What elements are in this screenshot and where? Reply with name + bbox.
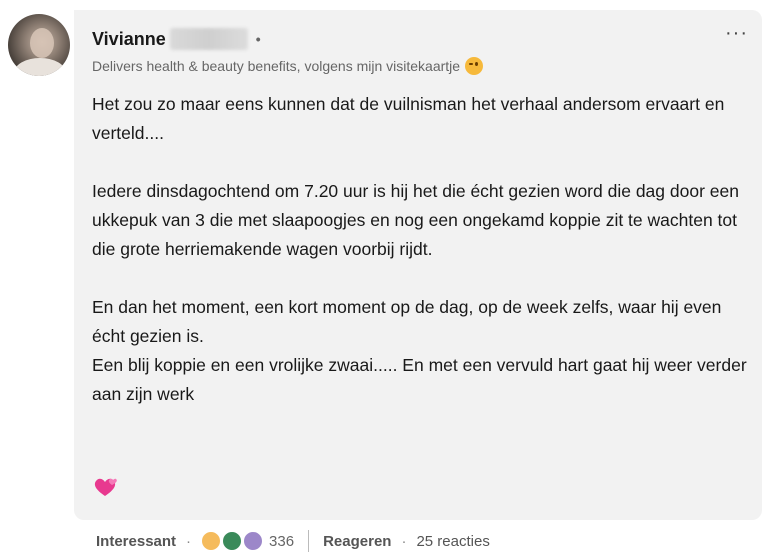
headline-text: Delivers health & beauty benefits, volge… bbox=[92, 58, 461, 74]
paragraph-1: Het zou zo maar eens kunnen dat de vuiln… bbox=[92, 94, 725, 143]
author-avatar[interactable] bbox=[8, 14, 70, 76]
two-hearts-emoji-icon bbox=[94, 478, 117, 496]
reply-count[interactable]: 25 reacties bbox=[416, 533, 489, 550]
dot-separator-2: · bbox=[401, 532, 407, 550]
paragraph-3: En dan het moment, een kort moment op de… bbox=[92, 297, 722, 346]
wink-emoji-icon bbox=[465, 57, 484, 75]
redacted-surname bbox=[169, 28, 248, 50]
bulb-icon bbox=[201, 531, 222, 551]
author-name[interactable]: Vivianne bbox=[92, 29, 166, 50]
reply-button[interactable]: Reageren bbox=[323, 533, 391, 550]
insight-icon bbox=[243, 531, 264, 551]
paragraph-4: Een blij koppie en een vrolijke zwaai...… bbox=[92, 355, 747, 404]
paragraph-2: Iedere dinsdagochtend om 7.20 uur is hij… bbox=[92, 181, 739, 259]
avatar-face bbox=[30, 28, 54, 58]
reaction-summary[interactable]: 336 bbox=[201, 531, 294, 551]
dot-separator: · bbox=[186, 532, 192, 550]
comment-bubble: Vivianne • ··· Delivers health & beauty … bbox=[74, 10, 762, 520]
comment-body: Het zou zo maar eens kunnen dat de vuiln… bbox=[92, 90, 752, 409]
name-separator: • bbox=[255, 31, 261, 47]
more-options-button[interactable]: ··· bbox=[725, 22, 748, 45]
divider bbox=[308, 530, 310, 552]
author-headline: Delivers health & beauty benefits, volge… bbox=[92, 57, 484, 75]
author-row: Vivianne • bbox=[92, 28, 261, 50]
reaction-button[interactable]: Interessant bbox=[96, 533, 176, 550]
reaction-count: 336 bbox=[269, 532, 295, 550]
comment-actions: Interessant · 336 Reageren · 25 reacties bbox=[96, 530, 490, 552]
avatar-shoulder bbox=[14, 58, 66, 76]
support-icon bbox=[222, 531, 243, 551]
